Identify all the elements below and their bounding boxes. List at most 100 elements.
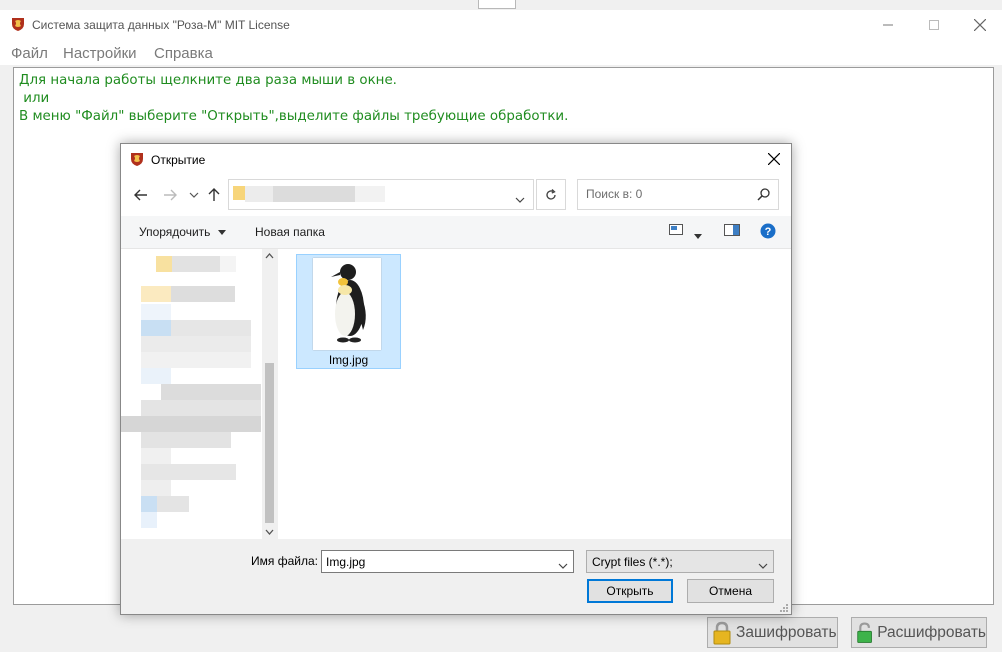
organize-label: Упорядочить (139, 225, 211, 239)
nav-item[interactable] (161, 384, 261, 400)
open-dialog: Открытие Поиск в: 0 Упорядочить Новая па… (120, 143, 792, 615)
file-name: Img.jpg (328, 353, 369, 367)
filename-label: Имя файла: (251, 554, 318, 568)
drive-icon (141, 320, 171, 336)
help-button[interactable]: ? (760, 223, 776, 242)
rose-shield-icon (129, 151, 145, 167)
nav-item[interactable] (141, 352, 251, 368)
scrollbar-thumb[interactable] (265, 363, 274, 523)
scroll-up-icon[interactable] (265, 253, 274, 259)
address-dropdown[interactable] (515, 192, 525, 206)
filename-value[interactable]: Img.jpg (326, 555, 365, 569)
filename-dropdown[interactable] (558, 558, 568, 572)
penguin-icon (331, 264, 366, 343)
file-type-select[interactable]: Crypt files (*.*); (586, 550, 774, 573)
chevron-down-icon (515, 197, 525, 203)
resize-grip-icon[interactable] (779, 602, 789, 612)
folder-icon (141, 286, 171, 302)
view-icon (669, 224, 683, 235)
navigation-pane[interactable] (121, 249, 277, 539)
chevron-down-icon (189, 192, 199, 198)
blurred-path (273, 186, 355, 202)
blurred-path (245, 186, 273, 202)
up-button[interactable] (205, 186, 223, 204)
folder-icon (233, 186, 245, 200)
top-strip (0, 0, 1002, 10)
hint-line-1: Для начала работы щелкните два раза мыши… (19, 73, 397, 88)
window-title: Система защита данных "Роза-М" MIT Licen… (32, 18, 290, 32)
nav-scrollbar[interactable] (262, 249, 277, 539)
nav-item[interactable] (141, 432, 231, 448)
dialog-title: Открытие (151, 153, 206, 167)
file-type-dropdown[interactable] (758, 558, 768, 572)
minimize-button[interactable] (865, 10, 911, 40)
encrypt-label: Зашифровать (736, 623, 837, 641)
chevron-down-icon (758, 563, 768, 569)
nav-item[interactable] (121, 416, 261, 432)
folder-icon (156, 256, 172, 272)
help-icon: ? (760, 223, 776, 239)
open-button[interactable]: Открыть (587, 579, 673, 603)
nav-item[interactable] (171, 320, 251, 336)
nav-item[interactable] (157, 496, 189, 512)
nav-item (141, 368, 171, 384)
hint-line-2: или (19, 91, 50, 106)
blurred-path (355, 186, 385, 202)
nav-item (141, 480, 171, 496)
nav-item (141, 304, 171, 320)
chevron-down-icon (558, 563, 568, 569)
nav-item (141, 512, 157, 528)
minimize-icon (883, 24, 893, 26)
lock-closed-icon (713, 621, 731, 644)
refresh-button[interactable] (536, 179, 566, 210)
nav-item (141, 448, 171, 464)
arrow-up-icon (208, 188, 220, 201)
lock-open-icon (857, 621, 872, 643)
menu-file[interactable]: Файл (11, 45, 48, 62)
caret-down-icon (217, 230, 226, 236)
recent-locations-dropdown[interactable] (185, 186, 203, 204)
drive-icon (141, 496, 157, 512)
nav-item[interactable] (141, 464, 236, 480)
new-folder-button[interactable]: Новая папка (255, 225, 325, 239)
file-item[interactable]: Img.jpg (296, 254, 401, 369)
search-input[interactable]: Поиск в: 0 (586, 187, 642, 201)
menu-help[interactable]: Справка (154, 45, 213, 62)
back-button[interactable] (132, 186, 150, 204)
maximize-button[interactable] (911, 10, 957, 40)
close-icon (768, 153, 780, 165)
dialog-close-button[interactable] (757, 144, 791, 174)
menu-settings[interactable]: Настройки (63, 45, 137, 62)
address-bar[interactable] (228, 179, 534, 210)
nav-item[interactable] (172, 256, 220, 272)
refresh-icon (546, 188, 556, 200)
file-type-value: Crypt files (*.*); (592, 555, 673, 569)
change-view-button[interactable] (669, 224, 685, 239)
nav-item[interactable] (171, 286, 235, 302)
arrow-right-icon (164, 189, 177, 201)
forward-button[interactable] (161, 186, 179, 204)
organize-button[interactable]: Упорядочить (139, 225, 226, 239)
close-button[interactable] (957, 10, 1002, 40)
decrypt-button[interactable]: Расшифровать (851, 617, 987, 648)
decrypt-label: Расшифровать (877, 623, 986, 641)
preview-pane-button[interactable] (724, 224, 740, 239)
caret-down-icon (694, 234, 702, 239)
nav-item (220, 256, 236, 272)
arrow-left-icon (134, 189, 147, 201)
preview-pane-icon (724, 224, 740, 236)
view-options-dropdown[interactable] (694, 228, 702, 242)
close-icon (974, 19, 986, 31)
svg-text:?: ? (765, 226, 772, 238)
rose-shield-icon (10, 16, 26, 32)
taskbar-tab (478, 0, 516, 9)
filename-field[interactable]: Img.jpg (321, 550, 574, 573)
search-box[interactable]: Поиск в: 0 (577, 179, 779, 210)
nav-item[interactable] (141, 336, 251, 352)
hint-line-3: В меню "Файл" выберите "Открыть",выделит… (19, 109, 569, 124)
scroll-down-icon[interactable] (265, 529, 274, 535)
encrypt-button[interactable]: Зашифровать (707, 617, 838, 648)
nav-item[interactable] (141, 400, 261, 416)
maximize-icon (929, 20, 939, 30)
cancel-button[interactable]: Отмена (687, 579, 774, 603)
